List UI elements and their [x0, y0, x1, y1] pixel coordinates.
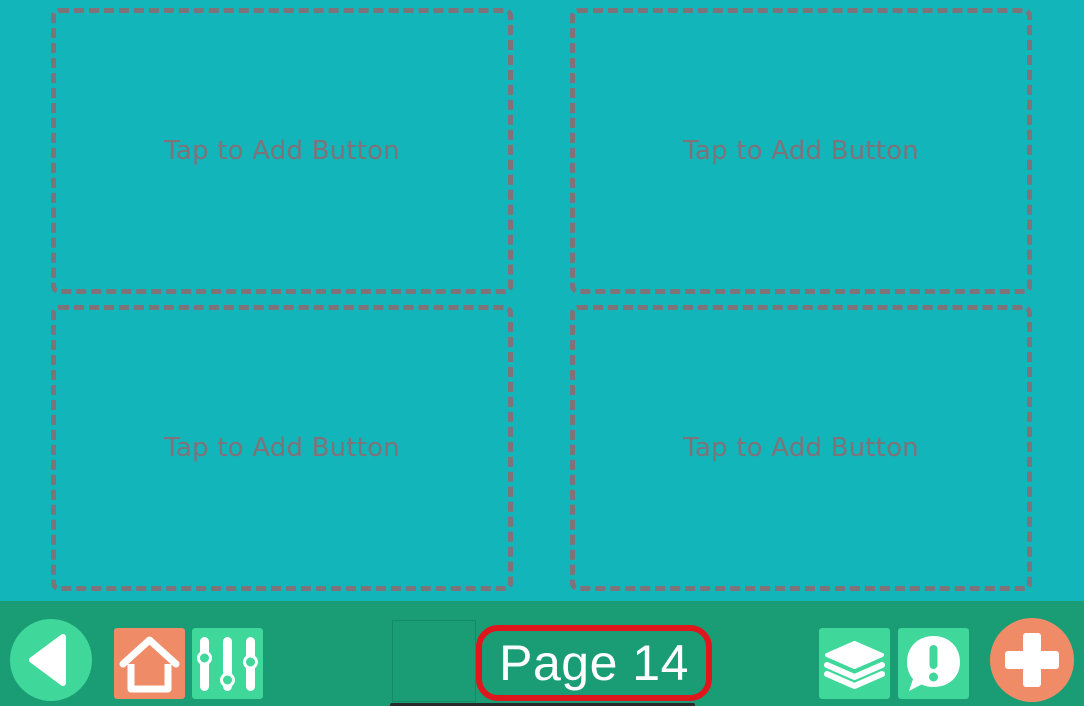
add-button-slot[interactable]: Tap to Add Button [51, 8, 513, 294]
layers-button[interactable] [819, 628, 890, 699]
slot-label: Tap to Add Button [683, 136, 919, 166]
add-button-slot[interactable]: Tap to Add Button [51, 305, 513, 591]
back-arrow-icon [29, 634, 66, 686]
alert-button[interactable] [898, 628, 969, 699]
slot-label: Tap to Add Button [683, 433, 919, 463]
add-button-slot[interactable]: Tap to Add Button [570, 305, 1032, 591]
home-button[interactable] [114, 628, 185, 699]
empty-toolbar-slot [392, 620, 476, 702]
app-screen: Tap to Add Button Tap to Add Button Tap … [0, 0, 1084, 706]
plus-icon [1005, 633, 1059, 687]
slot-label: Tap to Add Button [164, 433, 400, 463]
add-button[interactable] [990, 618, 1074, 702]
layers-icon [824, 641, 885, 689]
home-icon [119, 636, 180, 693]
slot-label: Tap to Add Button [164, 136, 400, 166]
alert-speech-bubble-icon [907, 636, 960, 691]
sliders-icon [197, 637, 258, 691]
add-button-slot[interactable]: Tap to Add Button [570, 8, 1032, 294]
page-indicator[interactable]: Page 14 [476, 625, 712, 701]
settings-button[interactable] [192, 628, 263, 699]
back-button[interactable] [10, 619, 92, 701]
bottom-toolbar: Page 14 [0, 601, 1084, 706]
page-label: Page 14 [499, 635, 689, 691]
